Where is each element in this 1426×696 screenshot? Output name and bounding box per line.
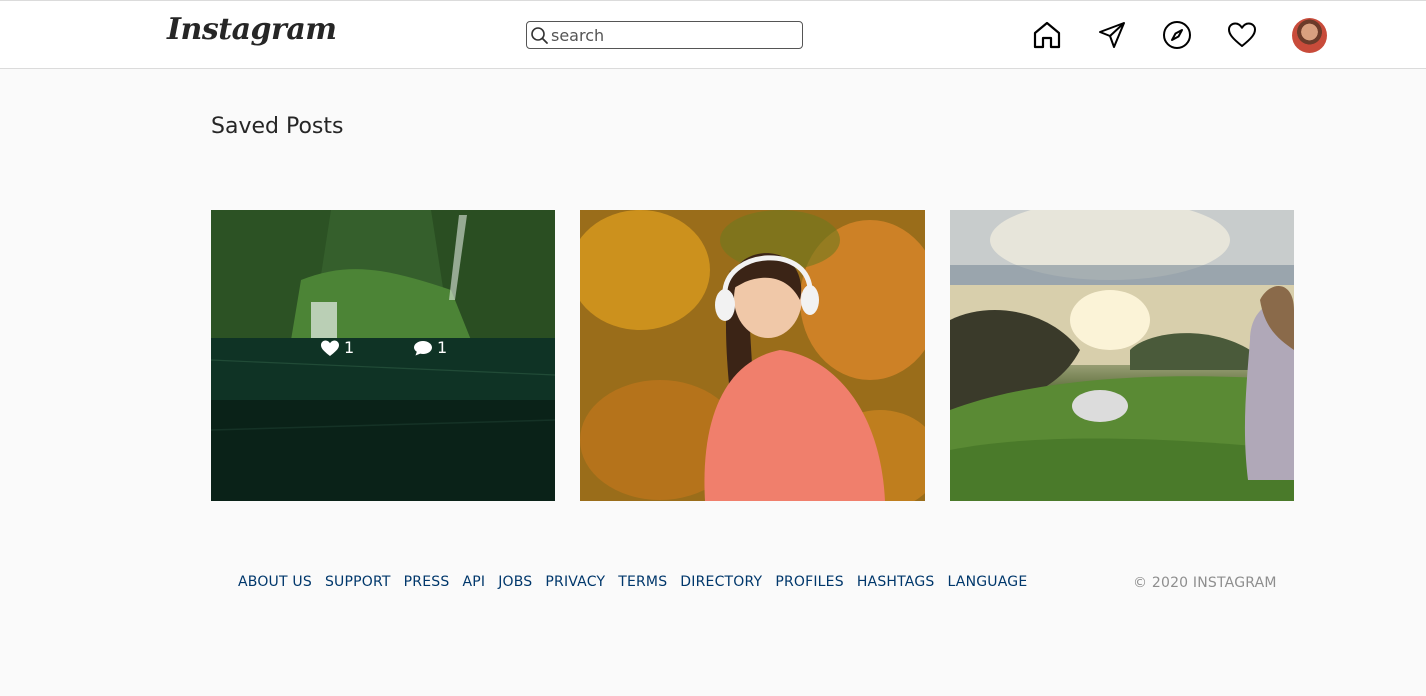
instagram-logo[interactable]: Instagram <box>167 12 337 47</box>
activity-icon[interactable] <box>1226 19 1258 51</box>
search-icon <box>531 27 548 44</box>
saved-post-3[interactable] <box>950 210 1294 501</box>
footer-link-terms[interactable]: TERMS <box>618 574 667 590</box>
footer-link-support[interactable]: SUPPORT <box>325 574 391 590</box>
home-icon[interactable] <box>1031 19 1063 51</box>
footer-link-language[interactable]: LANGUAGE <box>947 574 1027 590</box>
footer-link-jobs[interactable]: JOBS <box>498 574 532 590</box>
footer-link-privacy[interactable]: PRIVACY <box>545 574 605 590</box>
heart-icon <box>321 340 339 356</box>
footer-link-hashtags[interactable]: HASHTAGS <box>857 574 935 590</box>
avatar[interactable] <box>1292 18 1327 53</box>
likes-count: 1 <box>320 338 354 357</box>
direct-icon[interactable] <box>1096 19 1128 51</box>
copyright: © 2020 INSTAGRAM <box>1133 575 1277 591</box>
footer-link-profiles[interactable]: PROFILES <box>775 574 844 590</box>
saved-post-2[interactable] <box>580 210 925 501</box>
footer-link-press[interactable]: PRESS <box>404 574 450 590</box>
landscape-photo <box>950 210 1294 501</box>
explore-icon[interactable] <box>1161 19 1193 51</box>
comment-icon <box>414 340 432 355</box>
footer-link-api[interactable]: API <box>462 574 485 590</box>
search-input[interactable] <box>551 24 796 46</box>
page-title: Saved Posts <box>211 114 344 139</box>
comments-value: 1 <box>437 338 448 357</box>
footer-link-about-us[interactable]: ABOUT US <box>238 574 312 590</box>
comments-count: 1 <box>413 338 447 357</box>
footer-link-directory[interactable]: DIRECTORY <box>680 574 762 590</box>
girl-headphones-photo <box>580 210 925 501</box>
search-box[interactable] <box>526 21 803 49</box>
footer-links: ABOUT US SUPPORT PRESS API JOBS PRIVACY … <box>238 574 1027 590</box>
saved-post-1[interactable]: 1 1 <box>211 210 555 501</box>
likes-value: 1 <box>344 338 355 357</box>
waterfall-photo <box>211 210 555 501</box>
top-navbar: Instagram <box>0 0 1426 69</box>
